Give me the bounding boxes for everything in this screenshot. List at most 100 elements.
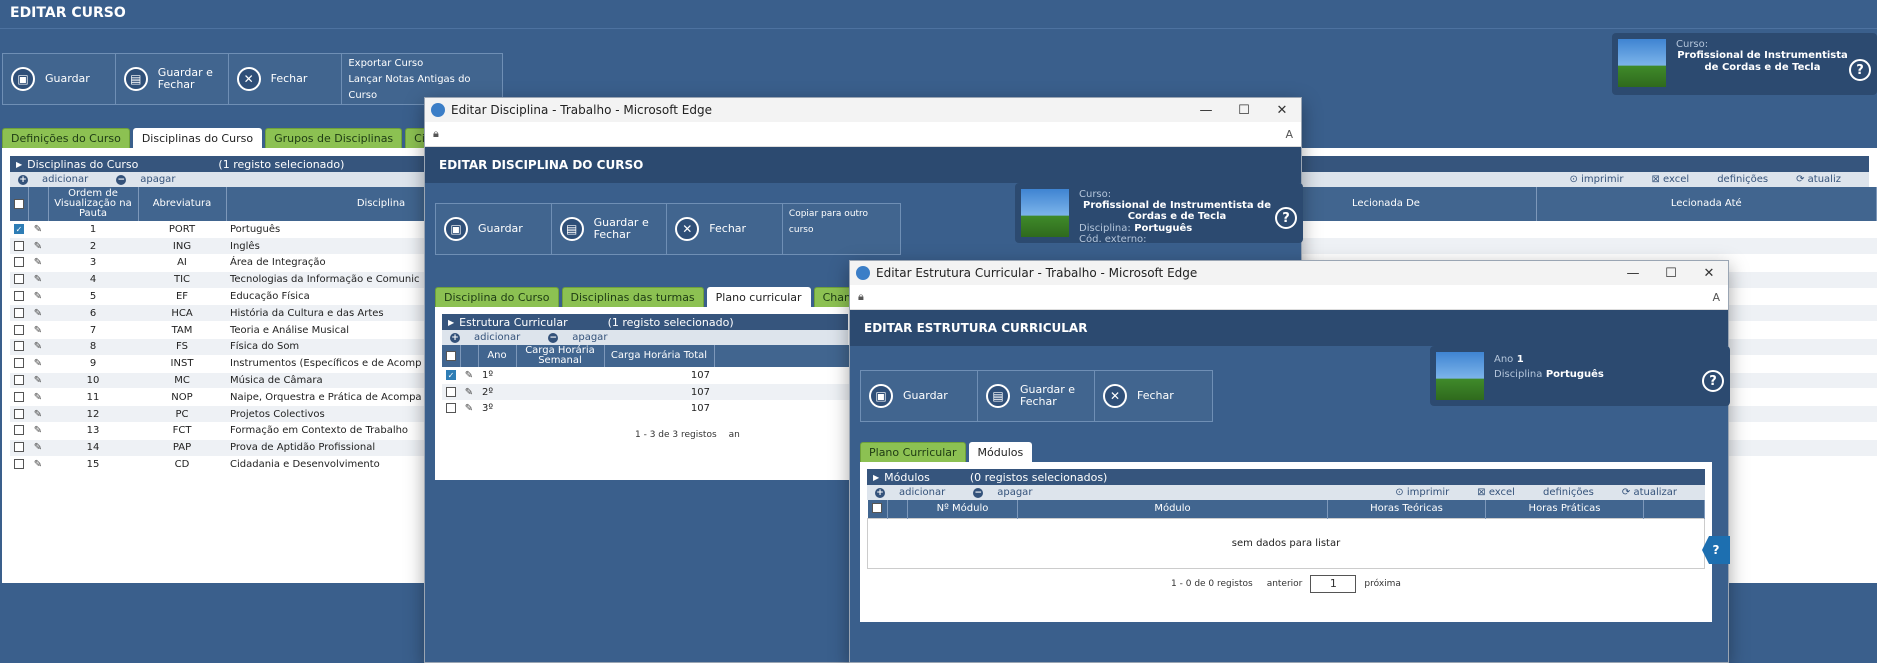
print-button[interactable]: ⊙ imprimir — [1570, 174, 1638, 185]
refresh-button[interactable]: ⟳ atualizar — [1622, 487, 1691, 498]
collapse-icon[interactable]: ▶ — [16, 160, 22, 169]
edit-pencil-icon[interactable]: ✎ — [34, 308, 42, 319]
row-checkbox[interactable] — [14, 324, 24, 335]
edit-pencil-icon[interactable]: ✎ — [34, 257, 42, 268]
edit-pencil-icon[interactable]: ✎ — [465, 403, 473, 414]
row-checkbox[interactable] — [14, 307, 24, 318]
maximize-icon[interactable]: ☐ — [1652, 266, 1690, 281]
edit-pencil-icon[interactable]: ✎ — [34, 325, 42, 336]
save-button[interactable]: ▣ Guardar — [3, 54, 116, 104]
collapse-icon[interactable]: ▶ — [873, 473, 879, 482]
pager-prev[interactable]: an — [729, 430, 740, 440]
row-checkbox[interactable] — [14, 425, 24, 436]
row-checkbox[interactable]: ✓ — [446, 369, 456, 380]
ano-header[interactable]: Ano — [478, 345, 517, 367]
print-button[interactable]: ⊙ imprimir — [1395, 487, 1463, 498]
excel-button[interactable]: ⊠ excel — [1477, 487, 1529, 498]
help-icon[interactable]: ? — [1275, 207, 1297, 229]
tab-disciplinas[interactable]: Disciplinas do Curso — [132, 128, 263, 148]
row-checkbox[interactable] — [14, 459, 24, 470]
tab-plano-curricular[interactable]: Plano Curricular — [860, 442, 966, 462]
excel-button[interactable]: ⊠ excel — [1651, 174, 1703, 185]
maximize-icon[interactable]: ☐ — [1225, 103, 1263, 118]
refresh-button[interactable]: ⟳ atualiz — [1796, 174, 1855, 185]
tab-definicoes[interactable]: Definições do Curso — [2, 128, 130, 148]
delete-button[interactable]: − apagar — [116, 174, 189, 185]
teoricas-header[interactable]: Horas Teóricas — [1327, 500, 1486, 518]
edit-pencil-icon[interactable]: ✎ — [34, 392, 42, 403]
win2-save-button[interactable]: ▣ Guardar — [861, 371, 978, 421]
minimize-icon[interactable]: — — [1614, 266, 1652, 281]
select-all-checkbox[interactable] — [445, 350, 456, 361]
row-checkbox[interactable] — [14, 341, 24, 352]
row-checkbox[interactable] — [14, 375, 24, 386]
table-row[interactable]: ✎ 2º 107 — [442, 383, 855, 402]
delete-button[interactable]: − apagar — [973, 487, 1046, 498]
table-row[interactable]: ✓ ✎ 1º 107 — [442, 367, 855, 385]
edit-pencil-icon[interactable]: ✎ — [34, 241, 42, 252]
edit-pencil-icon[interactable]: ✎ — [34, 341, 42, 352]
edit-pencil-icon[interactable]: ✎ — [34, 425, 42, 436]
copy-link[interactable]: Copiar para outro curso — [789, 206, 894, 238]
win1-save-close-button[interactable]: ▤ Guardar e Fechar — [552, 204, 668, 254]
num-modulo-header[interactable]: Nº Módulo — [907, 500, 1018, 518]
ordem-header[interactable]: Ordem de Visualização na Pauta — [48, 187, 139, 221]
add-button[interactable]: + adicionar — [450, 332, 534, 343]
add-button[interactable]: + adicionar — [875, 487, 959, 498]
row-checkbox[interactable] — [14, 358, 24, 369]
export-course-link[interactable]: Exportar Curso — [348, 56, 496, 72]
table-row[interactable]: ✎ 3º 107 — [442, 400, 855, 418]
delete-button[interactable]: − apagar — [548, 332, 621, 343]
praticas-header[interactable]: Horas Práticas — [1485, 500, 1644, 518]
edit-pencil-icon[interactable]: ✎ — [34, 358, 42, 369]
edit-pencil-icon[interactable]: ✎ — [465, 370, 473, 381]
collapse-icon[interactable]: ▶ — [448, 318, 454, 327]
row-checkbox[interactable] — [14, 391, 24, 402]
edit-pencil-icon[interactable]: ✎ — [34, 442, 42, 453]
row-checkbox[interactable] — [14, 257, 24, 268]
tab-disciplina-curso[interactable]: Disciplina do Curso — [435, 287, 559, 307]
tab-modulos[interactable]: Módulos — [968, 442, 1033, 462]
row-checkbox[interactable] — [446, 386, 456, 397]
settings-button[interactable]: definições — [1543, 487, 1608, 498]
tab-plano-curricular[interactable]: Plano curricular — [706, 287, 811, 307]
pager-prev[interactable]: anterior — [1267, 579, 1303, 589]
win1-close-button[interactable]: ✕ Fechar — [667, 204, 783, 254]
window-close-icon[interactable]: ✕ — [1263, 103, 1301, 118]
win1-save-button[interactable]: ▣ Guardar — [436, 204, 552, 254]
edit-pencil-icon[interactable]: ✎ — [465, 387, 473, 398]
edit-pencil-icon[interactable]: ✎ — [34, 459, 42, 470]
win2-close-button[interactable]: ✕ Fechar — [1095, 371, 1212, 421]
lecionada-ate-header[interactable]: Lecionada Até — [1536, 187, 1877, 221]
read-aloud-icon[interactable]: A — [1712, 291, 1720, 304]
help-icon[interactable]: ? — [1702, 370, 1724, 392]
row-checkbox[interactable] — [14, 240, 24, 251]
pager-next[interactable]: próxima — [1364, 579, 1401, 589]
settings-button[interactable]: definições — [1717, 174, 1782, 185]
semanal-header[interactable]: Carga Horária Semanal — [516, 345, 605, 367]
edit-pencil-icon[interactable]: ✎ — [34, 409, 42, 420]
tab-grupos[interactable]: Grupos de Disciplinas — [265, 128, 403, 148]
row-checkbox[interactable]: ✓ — [14, 223, 24, 234]
abrev-header[interactable]: Abreviatura — [138, 187, 227, 221]
save-close-button[interactable]: ▤ Guardar e Fechar — [116, 54, 229, 104]
select-all-checkbox[interactable] — [13, 198, 24, 209]
row-checkbox[interactable] — [14, 442, 24, 453]
row-checkbox[interactable] — [14, 274, 24, 285]
close-button[interactable]: ✕ Fechar — [229, 54, 343, 104]
edit-pencil-icon[interactable]: ✎ — [34, 375, 42, 386]
tab-disciplinas-turmas[interactable]: Disciplinas das turmas — [561, 287, 704, 307]
modulo-header[interactable]: Módulo — [1017, 500, 1328, 518]
edit-pencil-icon[interactable]: ✎ — [34, 274, 42, 285]
row-checkbox[interactable] — [14, 408, 24, 419]
read-aloud-icon[interactable]: A — [1285, 128, 1293, 141]
total-header[interactable]: Carga Horária Total — [604, 345, 715, 367]
edit-pencil-icon[interactable]: ✎ — [34, 291, 42, 302]
minimize-icon[interactable]: — — [1187, 103, 1225, 118]
window-close-icon[interactable]: ✕ — [1690, 266, 1728, 281]
help-icon[interactable]: ? — [1849, 59, 1871, 81]
select-all-checkbox[interactable] — [872, 503, 883, 514]
row-checkbox[interactable] — [14, 291, 24, 302]
add-button[interactable]: + adicionar — [18, 174, 102, 185]
edit-pencil-icon[interactable]: ✎ — [34, 224, 42, 235]
